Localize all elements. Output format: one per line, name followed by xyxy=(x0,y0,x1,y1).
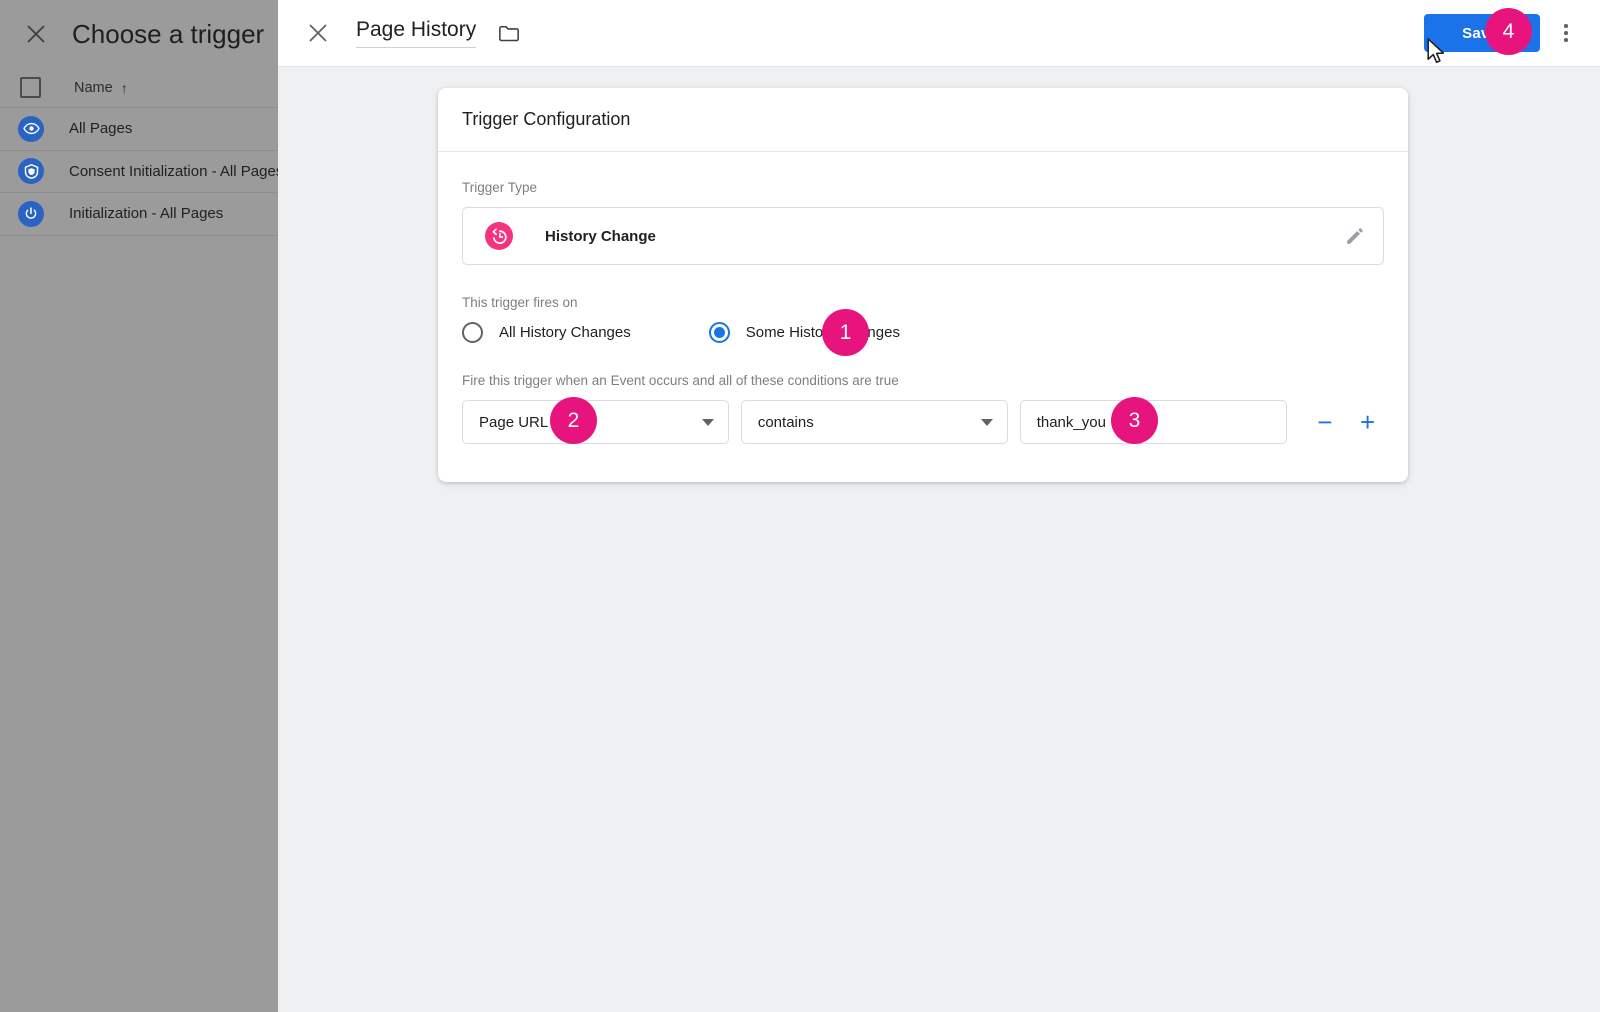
condition-operator-value: contains xyxy=(757,413,814,431)
save-button[interactable]: Save xyxy=(1424,14,1540,52)
chevron-down-icon xyxy=(701,418,714,426)
history-change-icon xyxy=(485,222,513,250)
editor-header-actions: Save xyxy=(1424,14,1582,52)
fires-on-section: This trigger fires on All History Change… xyxy=(462,295,1384,343)
trigger-name-input[interactable]: Page History xyxy=(356,18,477,48)
power-icon xyxy=(18,200,44,227)
fires-on-radio-group: All History Changes Some History Changes xyxy=(462,322,1384,343)
chevron-down-icon xyxy=(980,418,993,426)
condition-variable-value: Page URL xyxy=(479,413,549,431)
condition-operator-select[interactable]: contains xyxy=(740,400,1008,444)
radio-circle-icon xyxy=(462,322,483,343)
editor-header: Page History Save xyxy=(278,0,1600,67)
card-body: Trigger Type History Change This trigger… xyxy=(438,152,1408,482)
trigger-type-name: History Change xyxy=(545,227,656,245)
sort-ascending-icon: ↑ xyxy=(120,79,128,96)
condition-value-input[interactable]: thank_you xyxy=(1019,400,1287,444)
radio-circle-selected-icon xyxy=(708,322,730,343)
condition-row: Page URL contains thank_you − + xyxy=(462,400,1384,444)
choose-trigger-header: Choose a trigger xyxy=(0,0,278,68)
trigger-list-item-label: Consent Initialization - All Pages xyxy=(69,162,278,180)
more-dot xyxy=(1564,24,1568,28)
fires-on-label: This trigger fires on xyxy=(462,295,578,310)
trigger-list-item-all-pages[interactable]: All Pages xyxy=(0,108,278,151)
card-title: Trigger Configuration xyxy=(462,109,631,129)
trigger-configuration-card: Trigger Configuration Trigger Type Histo… xyxy=(438,88,1408,482)
column-header-name-label: Name xyxy=(74,79,113,96)
folder-icon[interactable] xyxy=(498,24,520,43)
trigger-editor-panel: Page History Save Trigger Configuration … xyxy=(278,0,1600,1012)
shield-icon xyxy=(18,158,44,185)
trigger-name-area: Page History xyxy=(356,18,520,48)
close-icon[interactable] xyxy=(18,16,54,52)
some-history-changes-label: Some History Changes xyxy=(745,324,900,341)
remove-condition-button[interactable]: − xyxy=(1309,409,1342,435)
select-all-checkbox[interactable] xyxy=(20,77,41,98)
add-condition-button[interactable]: + xyxy=(1351,409,1384,435)
pencil-icon[interactable] xyxy=(1344,226,1365,247)
close-icon[interactable] xyxy=(300,15,336,51)
card-header: Trigger Configuration xyxy=(438,88,1408,152)
all-history-changes-label: All History Changes xyxy=(499,324,631,341)
choose-trigger-panel: Choose a trigger Name ↑ All Pages Consen… xyxy=(0,0,278,1012)
trigger-list-column-header: Name ↑ xyxy=(0,68,278,108)
condition-variable-select[interactable]: Page URL xyxy=(462,400,729,444)
trigger-type-label: Trigger Type xyxy=(462,180,538,195)
all-history-changes-radio[interactable]: All History Changes xyxy=(462,322,631,343)
trigger-list-item-label: All Pages xyxy=(69,120,133,138)
eye-icon xyxy=(18,115,44,142)
conditions-help-text: Fire this trigger when an Event occurs a… xyxy=(462,373,899,388)
condition-value-text: thank_you xyxy=(1036,413,1106,431)
trigger-list-item-label: Initialization - All Pages xyxy=(69,205,224,223)
column-header-name[interactable]: Name ↑ xyxy=(74,80,128,96)
trigger-list-item-initialization[interactable]: Initialization - All Pages xyxy=(0,193,278,236)
choose-trigger-title: Choose a trigger xyxy=(72,18,265,49)
conditions-section: Fire this trigger when an Event occurs a… xyxy=(462,373,1384,444)
more-dot xyxy=(1564,31,1568,35)
trigger-list-item-consent-initialization[interactable]: Consent Initialization - All Pages xyxy=(0,151,278,193)
trigger-type-box[interactable]: History Change xyxy=(462,207,1384,265)
more-dot xyxy=(1564,38,1568,42)
more-vertical-icon[interactable] xyxy=(1550,14,1582,52)
some-history-changes-radio[interactable]: Some History Changes xyxy=(708,322,900,343)
